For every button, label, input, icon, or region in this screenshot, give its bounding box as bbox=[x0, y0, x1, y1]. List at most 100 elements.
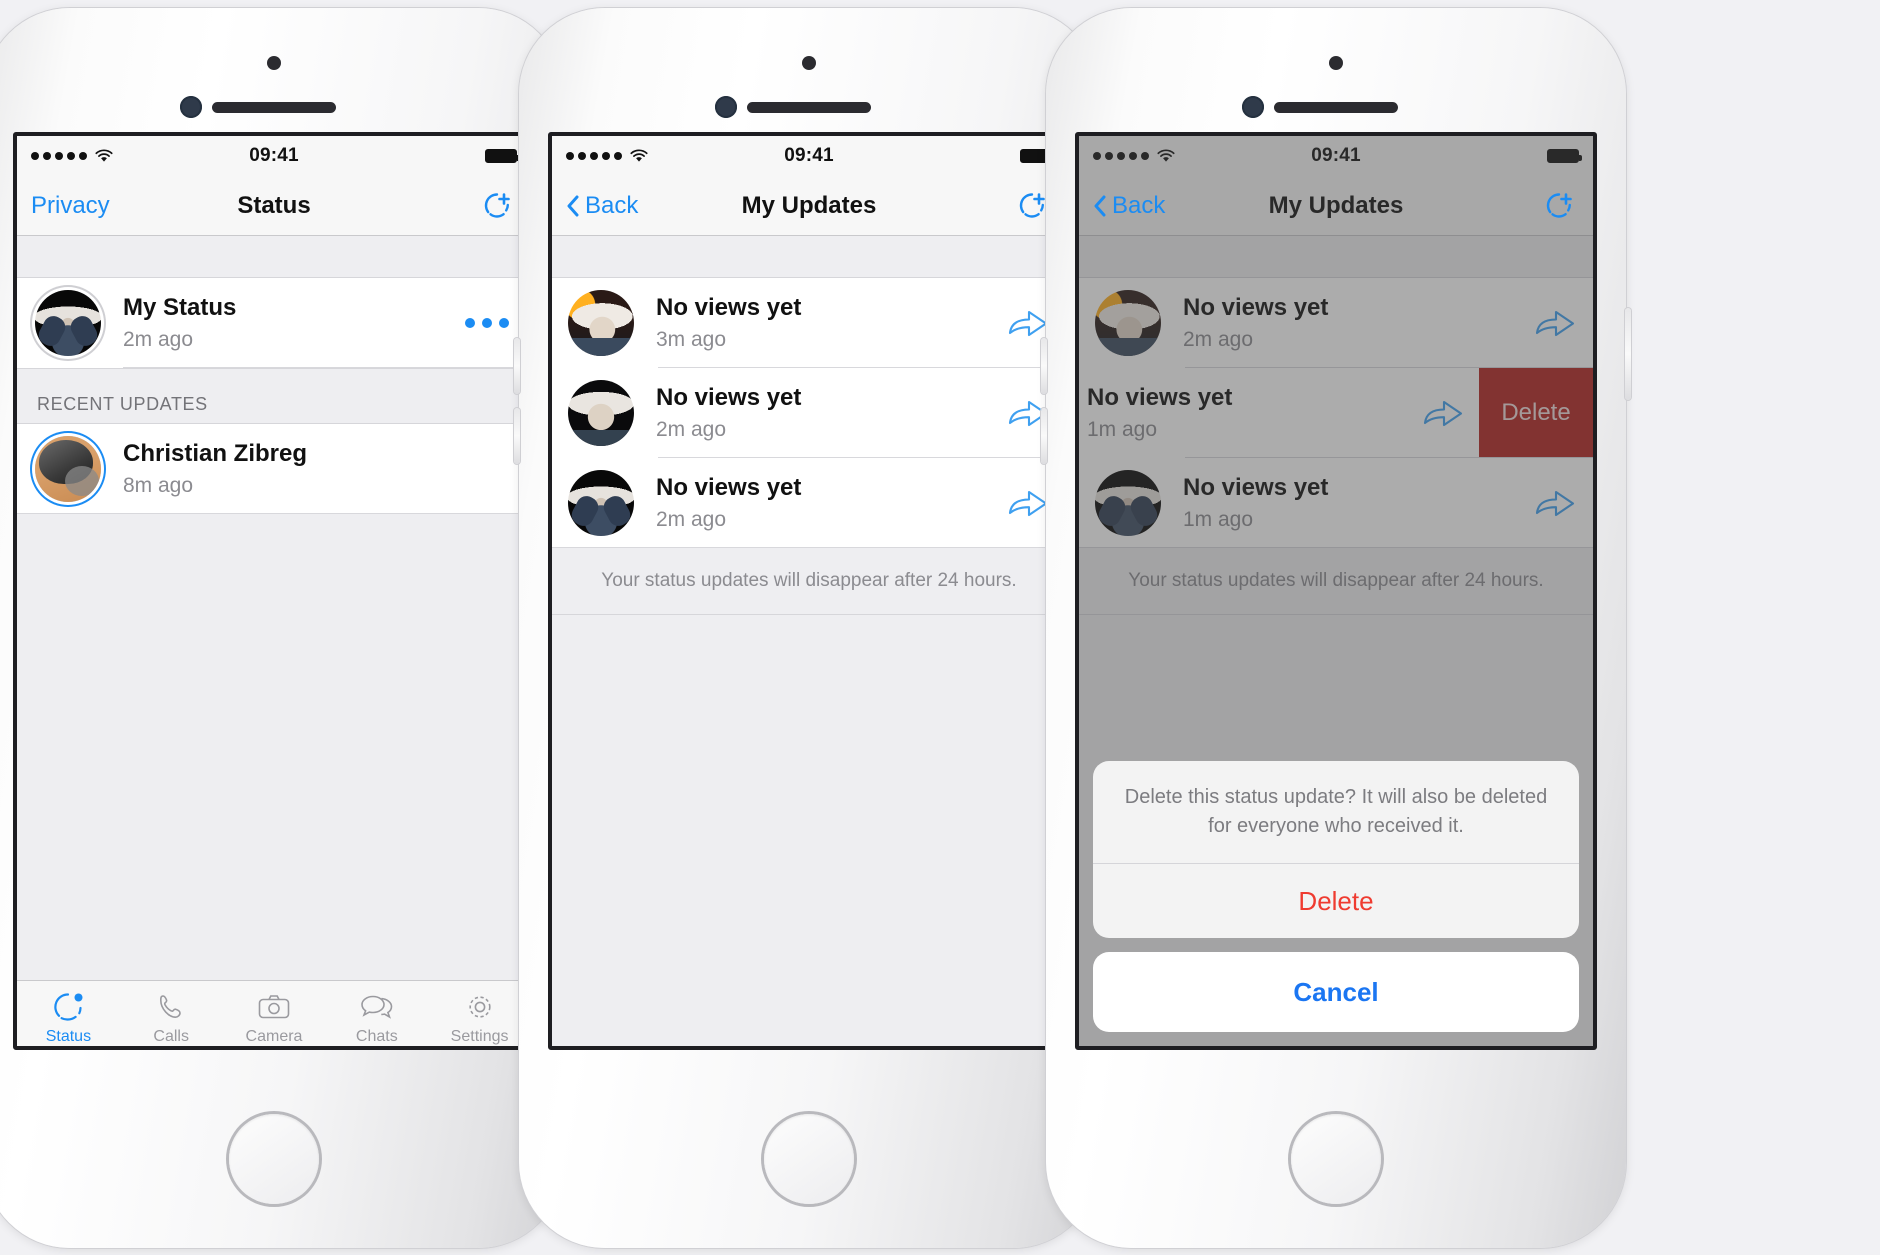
avatar bbox=[35, 436, 101, 502]
earpiece-speaker bbox=[1274, 102, 1398, 113]
forward-arrow-icon[interactable] bbox=[1533, 306, 1577, 340]
avatar: more bbox=[1095, 290, 1161, 356]
phone-icon bbox=[156, 990, 186, 1024]
add-status-icon[interactable] bbox=[1539, 188, 1579, 224]
home-button[interactable] bbox=[764, 1114, 854, 1204]
volume-up-button[interactable] bbox=[514, 338, 520, 394]
home-button[interactable] bbox=[1291, 1114, 1381, 1204]
device-top-hardware bbox=[1046, 56, 1626, 118]
tab-label: Status bbox=[45, 1027, 92, 1045]
add-status-icon[interactable] bbox=[1012, 188, 1052, 224]
tab-camera[interactable]: Camera bbox=[223, 990, 326, 1046]
privacy-button[interactable]: Privacy bbox=[31, 192, 110, 220]
my-status-title: My Status bbox=[123, 294, 237, 322]
volume-up-button[interactable] bbox=[1041, 338, 1047, 394]
phone-1-content: My Status 2m ago RECENT UPDATES Christia… bbox=[17, 236, 531, 1046]
phone-3-screen: 09:41 Back My Updates more No views yet … bbox=[1075, 132, 1597, 1050]
action-sheet: Delete this status update? It will also … bbox=[1093, 761, 1579, 1032]
update-views: No views yet bbox=[656, 474, 802, 502]
update-text: No views yet 2m ago bbox=[1183, 294, 1328, 352]
footer-note: Your status updates will disappear after… bbox=[552, 548, 1066, 615]
clock-time: 09:41 bbox=[1311, 145, 1361, 166]
list-item[interactable]: Christian Zibreg 8m ago bbox=[17, 424, 531, 514]
forward-arrow-icon[interactable] bbox=[1006, 486, 1050, 520]
top-spacer bbox=[17, 236, 531, 278]
chats-icon bbox=[360, 990, 394, 1024]
update-text: No views yet 1m ago bbox=[1087, 384, 1232, 442]
back-button[interactable]: Back bbox=[566, 192, 638, 220]
avatar: more bbox=[568, 290, 634, 356]
swipe-delete-button[interactable]: Delete bbox=[1479, 368, 1593, 458]
action-sheet-card: Delete this status update? It will also … bbox=[1093, 761, 1579, 938]
battery-full-icon bbox=[485, 149, 520, 163]
earpiece-speaker bbox=[212, 102, 336, 113]
empty-list-area bbox=[552, 615, 1066, 1046]
tab-settings[interactable]: Settings bbox=[428, 990, 531, 1046]
update-time: 1m ago bbox=[1183, 507, 1254, 531]
proximity-sensor bbox=[715, 96, 737, 118]
forward-arrow-icon[interactable] bbox=[1533, 486, 1577, 520]
list-item[interactable]: No views yet 2m ago bbox=[552, 458, 1066, 548]
tab-label: Calls bbox=[153, 1027, 189, 1045]
status-icon bbox=[51, 990, 85, 1024]
tab-chats[interactable]: Chats bbox=[325, 990, 428, 1046]
update-views: No views yet bbox=[1183, 294, 1329, 322]
tab-calls[interactable]: Calls bbox=[120, 990, 223, 1046]
more-dots-icon[interactable] bbox=[465, 318, 515, 328]
front-camera-dot bbox=[802, 56, 816, 70]
update-views: No views yet bbox=[656, 384, 802, 412]
list-item[interactable]: No views yet 2m ago bbox=[552, 368, 1066, 458]
phone-2-content: more No views yet 3m ago No views yet 2m… bbox=[552, 236, 1066, 1046]
iphone-device-1: 09:41 Privacy Status My Status 2m ago RE… bbox=[0, 8, 569, 1248]
clock-time: 09:41 bbox=[249, 145, 299, 166]
contact-text: Christian Zibreg 8m ago bbox=[123, 440, 307, 498]
tab-bar: Status Calls Camera Chats Settings bbox=[17, 980, 531, 1046]
navigation-bar: Back My Updates bbox=[552, 176, 1066, 236]
status-bar: 09:41 bbox=[1079, 136, 1593, 176]
phone-1-screen: 09:41 Privacy Status My Status 2m ago RE… bbox=[13, 132, 535, 1050]
battery-full-icon bbox=[1547, 149, 1582, 163]
phone-2-screen: 09:41 Back My Updates more No views yet … bbox=[548, 132, 1070, 1050]
device-top-hardware bbox=[519, 56, 1099, 118]
list-item[interactable]: more No views yet 3m ago bbox=[552, 278, 1066, 368]
update-time: 2m ago bbox=[1183, 327, 1254, 351]
update-time: 2m ago bbox=[656, 507, 727, 531]
tab-label: Camera bbox=[245, 1027, 303, 1045]
top-spacer bbox=[1079, 236, 1593, 278]
back-button[interactable]: Back bbox=[1093, 192, 1165, 220]
tab-label: Chats bbox=[355, 1027, 398, 1045]
my-status-text: My Status 2m ago bbox=[123, 294, 236, 352]
iphone-device-2: 09:41 Back My Updates more No views yet … bbox=[514, 8, 1104, 1248]
footer-note: Your status updates will disappear after… bbox=[1079, 548, 1593, 615]
section-header-recent-updates: RECENT UPDATES bbox=[17, 368, 531, 424]
update-text: No views yet 2m ago bbox=[656, 384, 801, 442]
forward-arrow-icon[interactable] bbox=[1006, 306, 1050, 340]
update-views: No views yet bbox=[656, 294, 802, 322]
action-sheet-delete-button[interactable]: Delete bbox=[1093, 864, 1579, 938]
action-sheet-cancel-button[interactable]: Cancel bbox=[1093, 952, 1579, 1032]
my-status-time: 2m ago bbox=[123, 327, 194, 351]
volume-down-button[interactable] bbox=[1041, 408, 1047, 464]
list-item[interactable]: No views yet 1m ago bbox=[1079, 458, 1593, 548]
power-button[interactable] bbox=[1625, 308, 1631, 400]
empty-list-area bbox=[17, 514, 531, 980]
update-time: 2m ago bbox=[656, 417, 727, 441]
contact-name: Christian Zibreg bbox=[123, 440, 308, 468]
tab-status[interactable]: Status bbox=[17, 990, 120, 1046]
chevron-left-icon bbox=[566, 195, 579, 217]
volume-down-button[interactable] bbox=[514, 408, 520, 464]
avatar bbox=[35, 290, 101, 356]
list-item[interactable]: more No views yet 2m ago bbox=[1079, 278, 1593, 368]
home-button[interactable] bbox=[229, 1114, 319, 1204]
iphone-device-3: 09:41 Back My Updates more No views yet … bbox=[1041, 8, 1631, 1248]
my-status-row[interactable]: My Status 2m ago bbox=[17, 278, 531, 368]
forward-arrow-icon[interactable] bbox=[1421, 396, 1465, 430]
top-spacer bbox=[552, 236, 1066, 278]
front-camera-dot bbox=[267, 56, 281, 70]
update-views: No views yet bbox=[1087, 384, 1233, 412]
avatar bbox=[1095, 470, 1161, 536]
list-item-swiped[interactable]: No views yet 1m ago Delete bbox=[1079, 368, 1593, 458]
chevron-left-icon bbox=[1093, 195, 1106, 217]
add-status-icon[interactable] bbox=[477, 188, 517, 224]
navigation-bar: Back My Updates bbox=[1079, 176, 1593, 236]
